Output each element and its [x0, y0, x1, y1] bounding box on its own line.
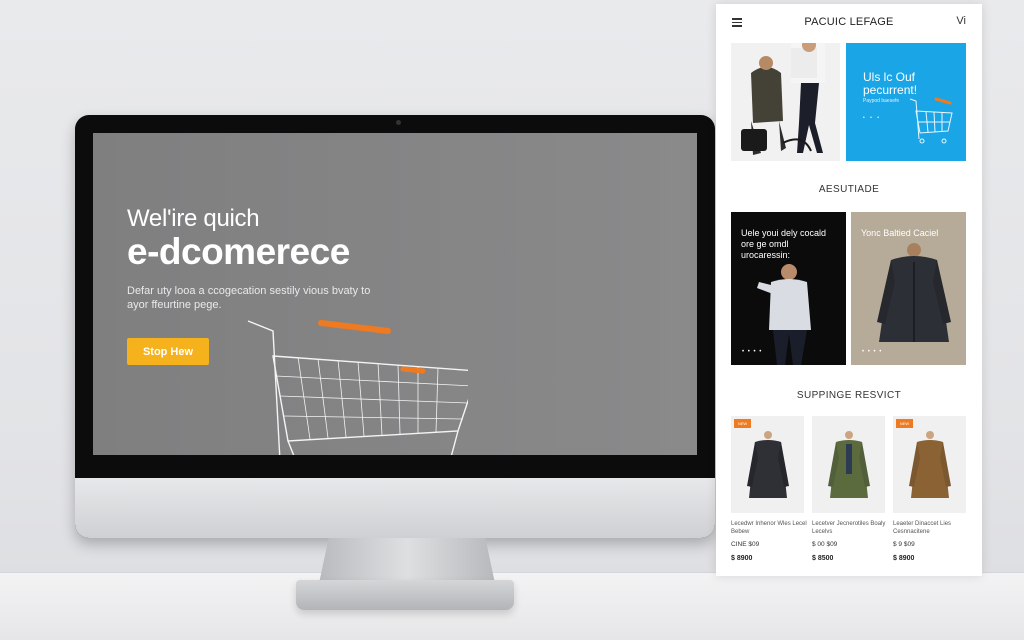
- product-card-2[interactable]: [812, 416, 885, 513]
- mobile-page: PACUIC LEFAGE Vi Uls lc Ouf pecurrent! P…: [716, 4, 982, 576]
- product-card-1[interactable]: NEW: [731, 416, 804, 513]
- hero-subtitle: Defar uty looa a ccogecation sestily vio…: [127, 285, 371, 311]
- desktop-screen: Wel'ire quich e-dcomerece Defar uty looa…: [93, 133, 697, 455]
- product-name-3: Leaeter Dinaccet Lies Cesnnacitene: [893, 521, 952, 535]
- promo-card-dark[interactable]: Uele youi dely cocald ore ge omdl urocar…: [731, 212, 846, 365]
- hero-title-line2: e-dcomerece: [127, 231, 350, 272]
- promo-blue-title: Uls lc Ouf pecurrent!: [863, 70, 918, 97]
- promo-dark-text: Uele youi dely cocald ore ge omdl urocar…: [741, 228, 827, 260]
- promo-blue-subtitle: Paypod baesefe: [863, 98, 900, 104]
- shopping-cart-icon: [247, 320, 468, 455]
- product-badge: NEW: [896, 419, 913, 428]
- jacket-icon: [828, 431, 870, 498]
- product-old-price-1: CINE $09: [731, 541, 760, 548]
- product-price-2: $ 8500: [812, 555, 834, 562]
- shop-now-button[interactable]: Stop Hew: [127, 338, 209, 365]
- monitor-stand-base: [296, 580, 514, 610]
- people-photo-icon: [741, 43, 825, 155]
- product-card-3[interactable]: NEW: [893, 416, 966, 513]
- jacket-icon: [747, 431, 789, 498]
- mobile-header: PACUIC LEFAGE Vi: [716, 4, 982, 42]
- product-badge: NEW: [734, 419, 751, 428]
- promo-blue-dots: • • •: [863, 115, 882, 121]
- cart-icon: [909, 97, 953, 144]
- jacket-icon: [909, 431, 951, 498]
- camera-dot: [396, 120, 401, 125]
- monitor-chin: [75, 478, 715, 538]
- promo-card-tan[interactable]: Yonc Baltied Caciel • • • •: [851, 212, 966, 365]
- header-action-icon[interactable]: Vi: [956, 15, 966, 27]
- section-title-1: AESUTIADE: [818, 184, 880, 195]
- product-name-1: Lecedwr Inhenor Wles Lecel Bebew: [731, 521, 807, 535]
- product-old-price-3: $ 9 $09: [893, 541, 915, 548]
- promo-card-blue[interactable]: Uls lc Ouf pecurrent! Paypod baesefe • •…: [846, 43, 966, 161]
- product-price-3: $ 8900: [893, 555, 915, 562]
- product-old-price-2: $ 00 $09: [812, 541, 838, 548]
- promo-dark-dots: • • • •: [742, 349, 763, 355]
- product-name-2: Lecetver Jecnerotiles Boaly Lecelvs: [812, 521, 886, 535]
- promo-tan-text: Yonc Baltied Caciel: [861, 228, 939, 238]
- desktop-monitor: Wel'ire quich e-dcomerece Defar uty looa…: [75, 115, 715, 538]
- hero-photo-card[interactable]: [731, 43, 840, 161]
- promo-tan-dots: • • • •: [862, 349, 883, 355]
- jacket-photo-icon: [877, 243, 951, 342]
- hero-title-line1: Wel'ire quich: [127, 205, 260, 232]
- product-price-1: $ 8900: [731, 555, 753, 562]
- section-title-2: SUPPINGE RESVICT: [796, 390, 902, 401]
- mobile-title: PACUIC LEFAGE: [804, 16, 894, 28]
